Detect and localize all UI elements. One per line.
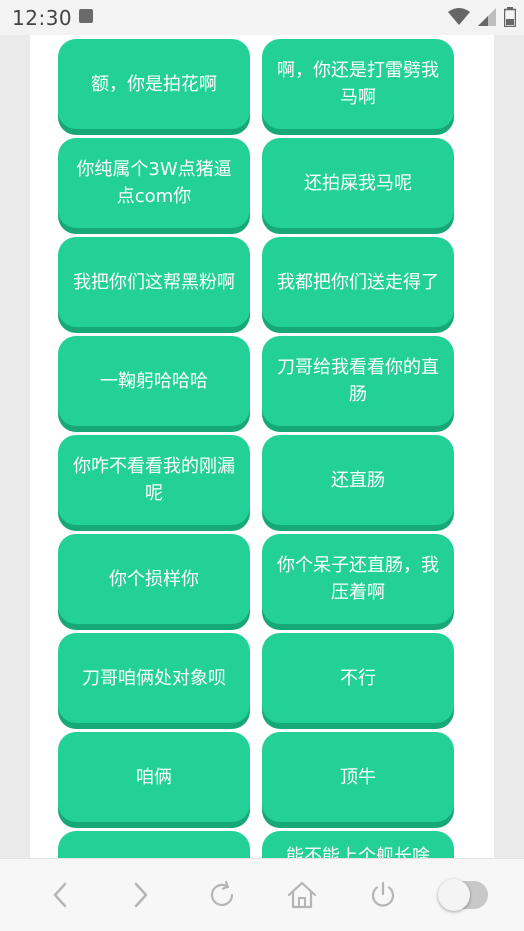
status-time: 12:30 [12,6,73,30]
power-button[interactable] [358,870,408,920]
phrase-button[interactable]: 刀哥给我看看你的直肠 [262,336,454,426]
phrase-button[interactable]: 一鞠躬哈哈哈 [58,336,250,426]
reload-button[interactable] [197,870,247,920]
phrase-button[interactable]: 啊，你还是打雷劈我马啊 [262,39,454,129]
toggle-track [437,879,488,911]
wifi-icon [448,8,470,30]
phrase-button[interactable]: 我都把你们送走得了 [262,237,454,327]
phrase-grid: 额，你是拍花啊 啊，你还是打雷劈我马啊 你纯属个3W点猪逼点com你 还拍屎我马… [58,39,454,858]
phrase-button[interactable]: 能不能上个舰长啥 [262,831,454,858]
battery-icon [503,7,517,31]
phrase-button[interactable]: 我把你们这帮黑粉啊 [58,237,250,327]
power-icon [371,881,394,907]
phrase-button[interactable]: 刀哥咱俩处对象呗 [58,633,250,723]
phrase-button[interactable]: 还直肠 [262,435,454,525]
forward-button[interactable] [116,870,166,920]
forward-icon [134,882,148,908]
phrase-button[interactable]: 不行 [262,633,454,723]
reload-icon [210,880,233,907]
phrase-button[interactable] [58,831,250,858]
webview[interactable]: 额，你是拍花啊 啊，你还是打雷劈我马啊 你纯属个3W点猪逼点com你 还拍屎我马… [30,35,494,858]
phrase-button[interactable]: 咱俩 [58,732,250,822]
phrase-button[interactable]: 你个损样你 [58,534,250,624]
phrase-button[interactable]: 额，你是拍花啊 [58,39,250,129]
status-bar: 12:30 [0,0,524,35]
phrase-button[interactable]: 你个呆子还直肠，我压着啊 [262,534,454,624]
home-icon [288,881,317,909]
back-icon [54,882,67,908]
notification-a-icon [79,9,93,23]
signal-icon [478,8,496,30]
toggle-knob [437,879,470,911]
phrase-button[interactable]: 你纯属个3W点猪逼点com你 [58,138,250,228]
phrase-button[interactable]: 还拍屎我马呢 [262,138,454,228]
browser-nav-bar [0,858,524,931]
back-button[interactable] [35,870,85,920]
home-button[interactable] [277,870,327,920]
status-icons [448,7,517,31]
phrase-button[interactable]: 你咋不看看我的刚漏呢 [58,435,250,525]
phrase-button[interactable]: 顶牛 [262,732,454,822]
toggle-switch[interactable] [437,870,489,920]
